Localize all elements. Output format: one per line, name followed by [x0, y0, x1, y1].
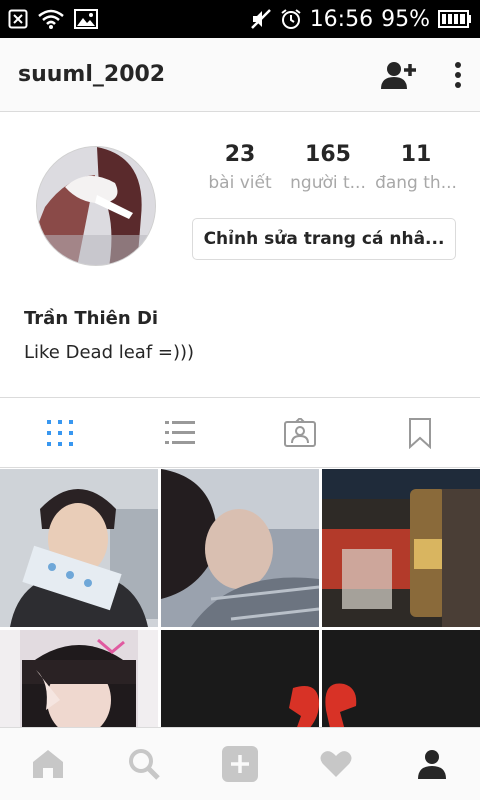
username: suuml_2002 — [18, 62, 166, 87]
home-icon — [33, 750, 63, 778]
photo-thumbnail[interactable] — [322, 630, 480, 727]
nav-add-post[interactable] — [192, 728, 288, 800]
add-post-icon — [222, 746, 258, 782]
status-bar: 16:56 95% — [0, 0, 480, 38]
clock-text: 16:56 — [309, 6, 374, 32]
heart-icon — [320, 751, 352, 777]
stat-posts[interactable]: 23 bài viết — [196, 142, 284, 193]
followers-label: người t... — [290, 173, 366, 193]
more-options-button[interactable] — [454, 61, 462, 89]
nav-profile[interactable] — [384, 728, 480, 800]
alarm-icon — [280, 8, 302, 30]
full-name: Trần Thiên Di — [24, 308, 159, 329]
photo-grid — [0, 469, 480, 727]
close-notification-icon — [8, 9, 28, 29]
tab-grid[interactable] — [0, 398, 120, 467]
followers-count: 165 — [305, 142, 351, 167]
tab-saved[interactable] — [360, 398, 480, 467]
profile-icon — [418, 750, 446, 779]
following-count: 11 — [400, 142, 432, 167]
battery-icon — [438, 9, 472, 29]
photo-thumbnail[interactable] — [161, 469, 319, 627]
profile-section: 23 bài viết 165 người t... 11 đang th...… — [0, 112, 480, 398]
image-icon — [74, 9, 98, 29]
bio: Like Dead leaf =))) — [24, 342, 195, 363]
add-user-button[interactable] — [380, 60, 418, 90]
photo-thumbnail[interactable] — [161, 630, 319, 727]
nav-home[interactable] — [0, 728, 96, 800]
profile-stats: 23 bài viết 165 người t... 11 đang th... — [196, 142, 460, 193]
posts-count: 23 — [224, 142, 256, 167]
nav-search[interactable] — [96, 728, 192, 800]
tab-tagged[interactable] — [240, 398, 360, 467]
more-vertical-icon — [455, 61, 461, 88]
following-label: đang th... — [375, 173, 457, 193]
edit-profile-button[interactable]: Chỉnh sửa trang cá nhâ... — [192, 218, 456, 260]
mute-icon — [250, 8, 272, 30]
list-icon — [165, 420, 195, 444]
nav-activity[interactable] — [288, 728, 384, 800]
search-icon — [129, 749, 160, 780]
stat-followers[interactable]: 165 người t... — [284, 142, 372, 193]
add-user-icon — [381, 61, 416, 89]
grid-icon — [47, 419, 73, 446]
avatar[interactable] — [36, 146, 156, 266]
photo-thumbnail[interactable] — [0, 630, 158, 727]
bookmark-icon — [409, 417, 431, 449]
stat-following[interactable]: 11 đang th... — [372, 142, 460, 193]
wifi-icon — [38, 9, 64, 29]
photo-thumbnail[interactable] — [0, 469, 158, 627]
tagged-icon — [284, 417, 316, 447]
photo-thumbnail[interactable] — [322, 469, 480, 627]
profile-tabs — [0, 398, 480, 468]
bottom-navigation — [0, 727, 480, 800]
tab-list[interactable] — [120, 398, 240, 467]
profile-header: suuml_2002 — [0, 38, 480, 112]
posts-label: bài viết — [208, 173, 272, 193]
battery-percent: 95% — [381, 6, 430, 32]
